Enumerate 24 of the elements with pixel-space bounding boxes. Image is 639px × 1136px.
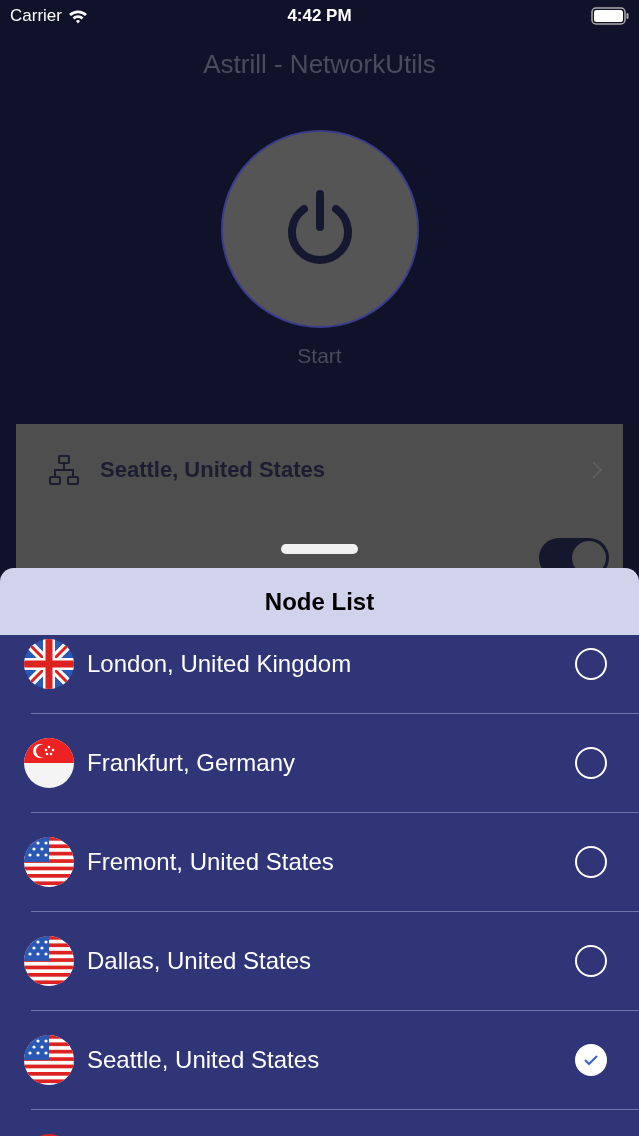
node-row[interactable]: Frankfurt, Germany: [0, 714, 639, 813]
node-name: London, United Kingdom: [87, 650, 353, 678]
sheet-title: Node List: [264, 587, 375, 616]
app-title: Astrill - NetworkUtils: [203, 49, 436, 80]
node-name: Frankfurt, Germany: [87, 749, 297, 777]
flag-icon: [24, 936, 74, 986]
node-name: Dallas, United States: [87, 947, 313, 975]
node-row[interactable]: Dallas, United States: [0, 912, 639, 1011]
network-icon: [48, 454, 80, 486]
wifi-icon: [67, 8, 88, 24]
node-name: Fremont, United States: [87, 848, 335, 876]
battery-icon: [591, 7, 629, 25]
node-name: Seattle, United States: [87, 1046, 321, 1074]
node-row[interactable]: Fremont, United States: [0, 813, 639, 912]
sheet-grabber[interactable]: [281, 544, 358, 554]
carrier-label: Carrier: [10, 6, 62, 26]
flag-icon: [24, 1035, 74, 1085]
flag-icon: [24, 639, 74, 689]
flag-icon: [24, 738, 74, 788]
node-row[interactable]: Seattle, United States: [0, 1011, 639, 1110]
status-time: 4:42 PM: [287, 6, 352, 26]
start-label: Start: [297, 344, 342, 368]
flag-icon: [24, 837, 74, 887]
node-row[interactable]: London, United Kingdom: [0, 635, 639, 714]
